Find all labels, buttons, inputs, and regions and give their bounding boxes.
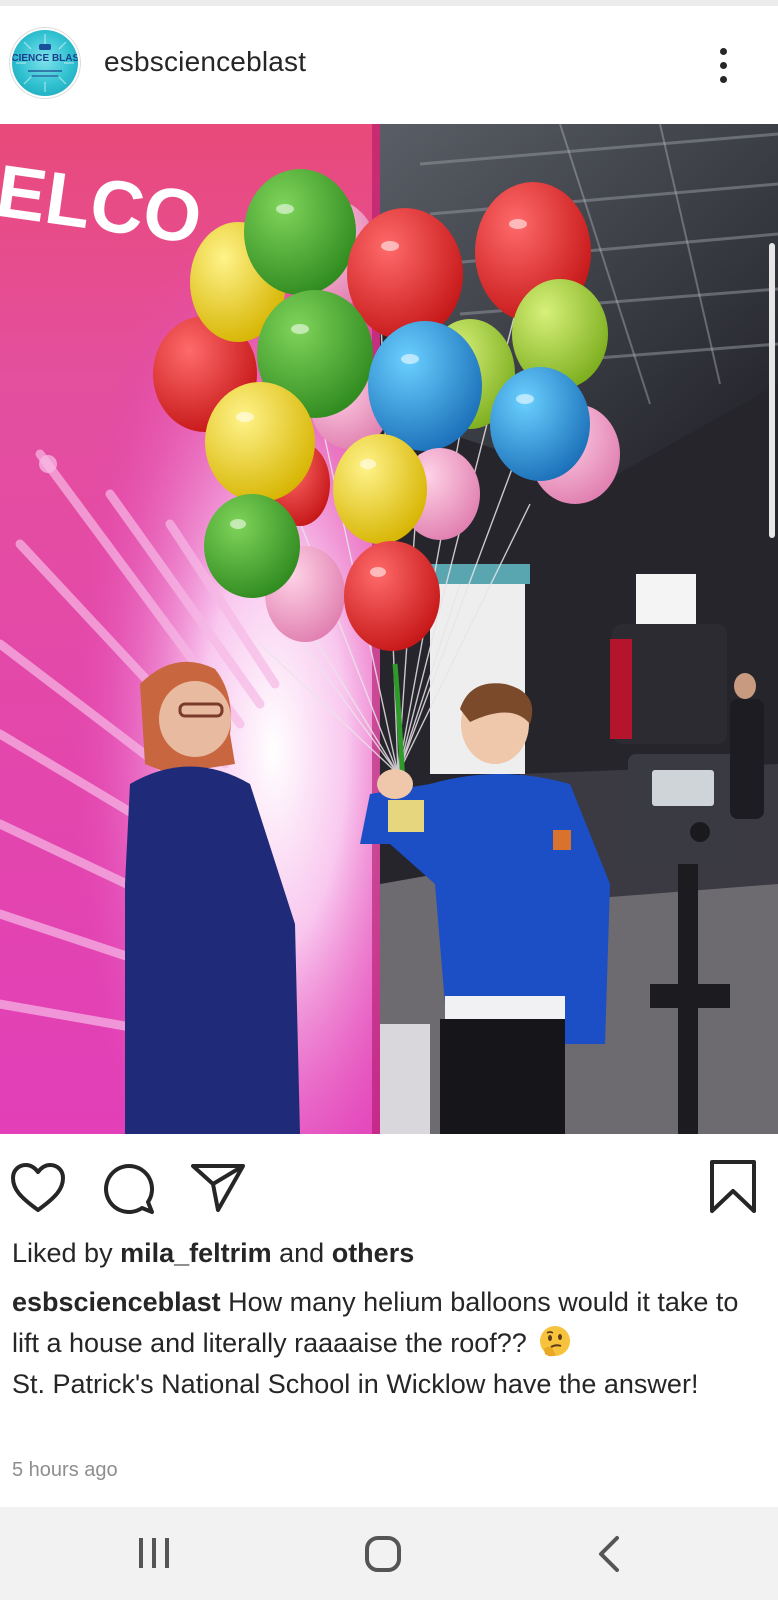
avatar[interactable]: SCIENCE BLAST [12,30,78,96]
post-header: SCIENCE BLAST esbscienceblast [0,6,778,120]
post-image[interactable]: ELCO [0,124,778,1134]
comment-icon[interactable] [102,1162,156,1216]
likes-line: Liked by mila_feltrim and others [12,1238,414,1269]
post-timestamp: 5 hours ago [12,1459,118,1481]
scroll-indicator [769,243,775,538]
science-blast-logo: SCIENCE BLAST [12,34,78,92]
liked-by-user[interactable]: mila_feltrim [120,1238,272,1268]
balloons-photo: ELCO [0,124,778,1134]
heart-icon[interactable] [10,1162,66,1214]
more-vertical-icon[interactable] [714,46,734,86]
avatar-logo-text: SCIENCE BLAST [12,53,78,64]
likes-prefix: Liked by [12,1238,121,1268]
share-icon[interactable] [190,1162,246,1214]
thinking-face-emoji [540,1326,571,1357]
home-icon[interactable] [364,1535,402,1573]
liked-by-others[interactable]: others [332,1238,415,1268]
recents-icon[interactable] [136,1536,172,1570]
caption-username[interactable]: esbscienceblast [12,1287,221,1317]
post-actions [0,1134,778,1234]
likes-mid: and [271,1238,332,1268]
post-username[interactable]: esbscienceblast [104,46,306,78]
bookmark-icon[interactable] [708,1159,758,1215]
back-icon[interactable] [596,1535,622,1573]
post-caption: esbscienceblast How many helium balloons… [12,1282,752,1405]
system-nav-bar [0,1507,778,1600]
caption-text-2: St. Patrick's National School in Wicklow… [12,1369,699,1399]
